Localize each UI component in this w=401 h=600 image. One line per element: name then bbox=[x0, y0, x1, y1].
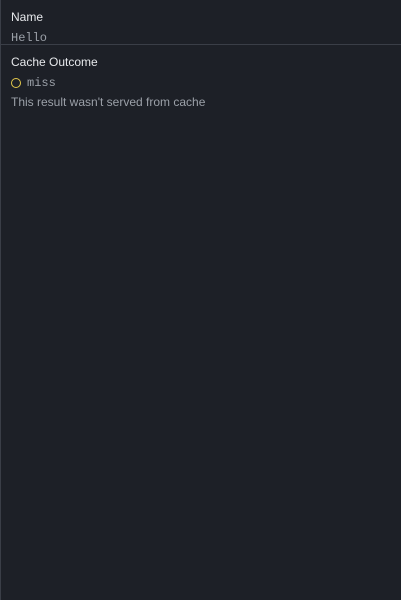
cache-outcome-row: miss bbox=[11, 76, 401, 90]
miss-status-icon bbox=[11, 78, 21, 88]
cache-outcome-label: Cache Outcome bbox=[11, 55, 98, 69]
name-section: Name Hello bbox=[1, 0, 401, 45]
cache-outcome-description: This result wasn't served from cache bbox=[11, 95, 206, 109]
cache-outcome-section: Cache Outcome miss This result wasn't se… bbox=[1, 45, 401, 109]
name-label: Name bbox=[11, 10, 44, 24]
cache-outcome-value: miss bbox=[27, 76, 56, 90]
name-value: Hello bbox=[11, 31, 48, 45]
details-panel: Name Hello Cache Outcome miss This resul… bbox=[0, 0, 401, 600]
